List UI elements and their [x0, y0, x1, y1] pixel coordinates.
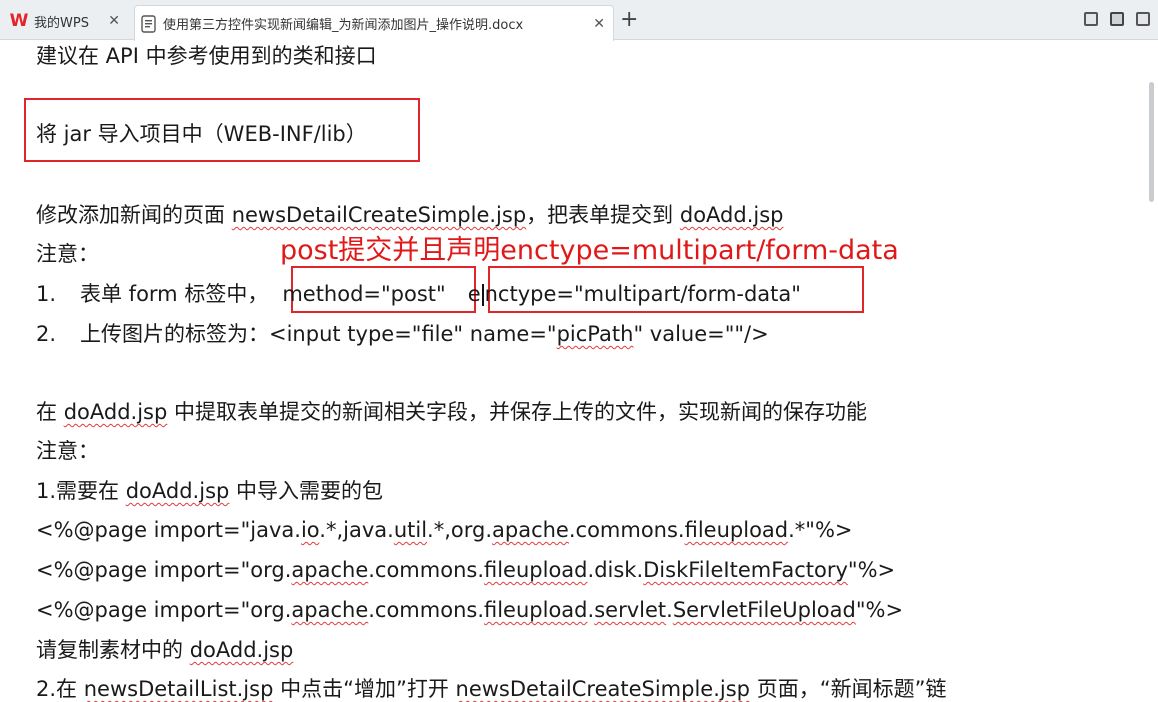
new-tab-button[interactable]: +	[620, 8, 638, 32]
doc-line-8: 注意：	[36, 439, 99, 463]
tab-my-wps-label: 我的WPS	[34, 15, 89, 31]
text-cursor	[481, 284, 484, 306]
doc-line-7: 在 doAdd.jsp 中提取表单提交的新闻相关字段，并保存上传的文件，实现新闻…	[36, 400, 867, 424]
layout-icon[interactable]	[1084, 12, 1098, 26]
close-icon[interactable]: ✕	[593, 16, 605, 32]
doc-line-14: 2.在 newsDetailList.jsp 中点击“增加”打开 newsDet…	[36, 677, 947, 701]
doc-line-13: 请复制素材中的 doAdd.jsp	[36, 638, 294, 662]
doc-line-9: 1.需要在 doAdd.jsp 中导入需要的包	[36, 479, 384, 503]
doc-line-6: 2. 上传图片的标签为：<input type="file" name="picP…	[36, 322, 769, 346]
document-icon	[141, 14, 156, 33]
fullscreen-icon[interactable]	[1136, 12, 1150, 26]
doc-line-11: <%@page import="org.apache.commons.fileu…	[36, 558, 896, 582]
doc-line-12: <%@page import="org.apache.commons.fileu…	[36, 598, 904, 622]
doc-line-2: 将 jar 导入项目中（WEB-INF/lib）	[36, 122, 367, 146]
vertical-scrollbar[interactable]	[1149, 82, 1154, 202]
tab-document-label: 使用第三方控件实现新闻编辑_为新闻添加图片_操作说明.docx	[163, 18, 524, 33]
menu-icon[interactable]	[1110, 12, 1124, 26]
doc-line-4: 注意：	[36, 242, 99, 266]
tab-document[interactable]: 使用第三方控件实现新闻编辑_为新闻添加图片_操作说明.docx ✕	[134, 5, 614, 41]
tab-bar: W 我的WPS ✕ 使用第三方控件实现新闻编辑_为新闻添加图片_操作说明.doc…	[0, 0, 1158, 41]
close-icon[interactable]: ✕	[108, 13, 120, 29]
doc-line-3: 修改添加新闻的页面 newsDetailCreateSimple.jsp，把表单…	[36, 203, 784, 227]
window-controls	[1084, 12, 1150, 26]
wps-logo-icon: W	[9, 11, 29, 31]
annotation-text: post提交并且声明enctype=multipart/form-data	[280, 235, 899, 266]
tab-my-wps[interactable]: W 我的WPS ✕	[6, 6, 128, 36]
doc-line-5: 1. 表单 form 标签中， method="post" e nctype="mult…	[36, 282, 801, 306]
doc-line-1: 建议在 API 中参考使用到的类和接口	[36, 44, 377, 68]
document-page[interactable]: 建议在 API 中参考使用到的类和接口 将 jar 导入项目中（WEB-INF/…	[0, 40, 1158, 702]
doc-line-10: <%@page import="java.io.*,java.util.*,or…	[36, 518, 853, 542]
